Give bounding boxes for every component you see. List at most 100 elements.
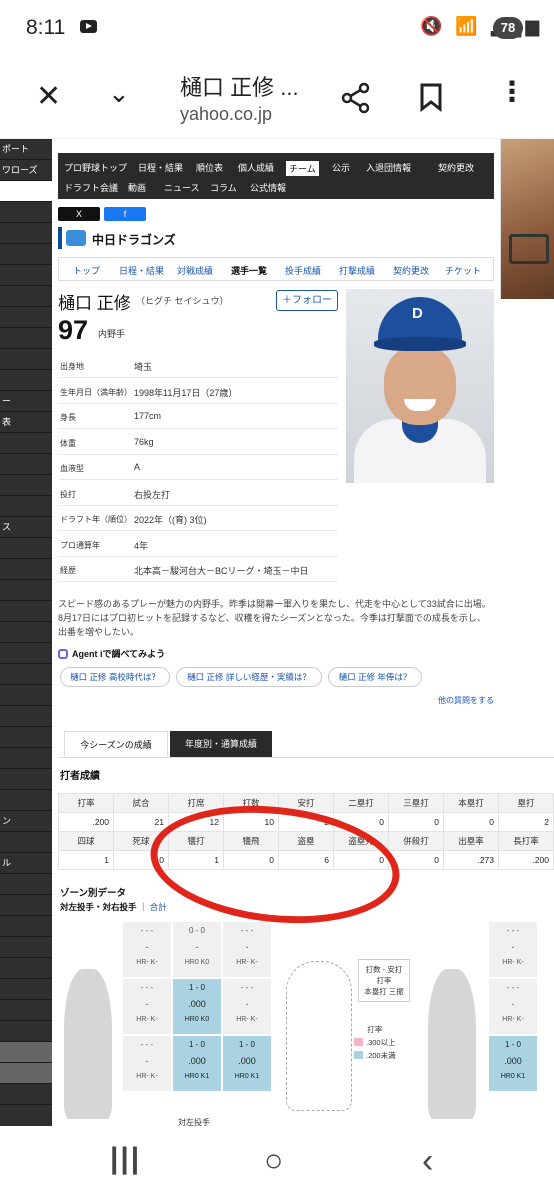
zone-cell[interactable]: - - - - HR- K- <box>122 1035 172 1092</box>
more-options-icon[interactable]: ⋮ <box>498 78 526 106</box>
sidebar-item[interactable] <box>0 895 52 916</box>
subnav-item[interactable]: 契約更改 <box>393 264 429 277</box>
topnav-item[interactable]: プロ野球トップ <box>64 161 127 174</box>
topnav-item[interactable]: 順位表 <box>196 161 223 174</box>
topnav-item[interactable]: コラム <box>210 181 237 194</box>
sidebar-item[interactable] <box>0 706 52 727</box>
sidebar-item[interactable] <box>0 496 52 517</box>
subnav-item[interactable]: トップ <box>73 264 100 277</box>
more-questions-link[interactable]: 他の質問をする <box>438 695 494 706</box>
sidebar-item[interactable] <box>0 1021 52 1042</box>
sidebar-item[interactable] <box>0 685 52 706</box>
sidebar-item[interactable]: ワローズ <box>0 160 52 181</box>
agent-chip-1[interactable]: 樋口 正修 高校時代は？ <box>60 667 170 687</box>
topnav-item[interactable]: ニュース <box>164 181 200 194</box>
share-icon[interactable] <box>340 82 372 114</box>
zone-cell[interactable]: - - - - HR- K- <box>222 978 272 1035</box>
sidebar-item[interactable]: ー <box>0 391 52 412</box>
topnav-item[interactable]: ドラフト会議 <box>64 181 118 194</box>
close-icon[interactable]: ✕ <box>36 82 61 112</box>
sidebar-item[interactable] <box>0 727 52 748</box>
sidebar-item[interactable] <box>0 223 52 244</box>
sidebar-item[interactable] <box>0 307 52 328</box>
topnav-item[interactable]: 契約更改 <box>438 161 474 174</box>
sidebar-item[interactable] <box>0 1084 52 1105</box>
topnav-item[interactable]: 公示 <box>332 161 350 174</box>
zone-cell[interactable]: 0 - 0 - HR0 K0 <box>172 921 222 978</box>
sidebar-item[interactable] <box>0 790 52 811</box>
follow-button[interactable]: ＋フォロー <box>276 290 338 311</box>
sidebar-item[interactable] <box>0 643 52 664</box>
sidebar-item[interactable] <box>0 979 52 1000</box>
sidebar-item[interactable] <box>0 622 52 643</box>
sidebar-item[interactable] <box>0 244 52 265</box>
topnav-item[interactable]: 入退団情報 <box>366 161 411 174</box>
home-icon[interactable]: ○ <box>264 1142 283 1179</box>
sidebar-item[interactable] <box>0 1063 52 1084</box>
subnav-item[interactable]: チケット <box>445 264 481 277</box>
topnav-item[interactable]: チーム <box>286 161 319 176</box>
sidebar-item[interactable]: ル <box>0 853 52 874</box>
sidebar-item[interactable] <box>0 349 52 370</box>
subnav-item[interactable]: 投手成績 <box>285 264 321 277</box>
subnav-item[interactable]: 打撃成績 <box>339 264 375 277</box>
sidebar-item[interactable] <box>0 958 52 979</box>
page-url[interactable]: yahoo.co.jp <box>180 104 272 125</box>
sidebar-item[interactable] <box>0 475 52 496</box>
zone-cell[interactable]: 1 - 0 .000 HR0 K1 <box>488 1035 538 1092</box>
sidebar-item[interactable] <box>0 454 52 475</box>
topnav-item[interactable]: 個人成績 <box>238 161 274 174</box>
team-name[interactable]: 中日ドラゴンズ <box>92 231 176 248</box>
sidebar-item[interactable] <box>0 874 52 895</box>
subnav-item[interactable]: 選手一覧 <box>231 264 267 277</box>
zone-cell[interactable]: - - - - HR- K- <box>222 921 272 978</box>
zone-cell[interactable]: - - - - HR- K- <box>488 921 538 978</box>
x-share-button[interactable]: X <box>58 207 100 221</box>
sidebar-item[interactable] <box>0 916 52 937</box>
sidebar-item[interactable] <box>0 1000 52 1021</box>
back-icon[interactable]: ‹ <box>422 1142 433 1181</box>
tab-yearly[interactable]: 年度別・通算成績 <box>170 731 272 757</box>
agent-chip-2[interactable]: 樋口 正修 詳しい経歴・実績は？ <box>176 667 322 687</box>
zone-total-link[interactable]: 合計 <box>150 902 167 912</box>
sidebar-item[interactable] <box>0 433 52 454</box>
topnav-item[interactable]: 動画 <box>128 181 146 194</box>
sidebar-item[interactable] <box>0 769 52 790</box>
sidebar-item[interactable] <box>0 370 52 391</box>
sidebar-item[interactable]: ス <box>0 517 52 538</box>
sidebar-item[interactable]: ポート <box>0 139 52 160</box>
recent-apps-icon[interactable]: ||| <box>110 1142 141 1176</box>
sidebar-item[interactable] <box>0 1042 52 1063</box>
bookmark-icon[interactable] <box>418 82 444 112</box>
sidebar-item[interactable] <box>0 181 52 202</box>
sidebar-item[interactable] <box>0 664 52 685</box>
sidebar-item[interactable] <box>0 580 52 601</box>
sidebar-item[interactable] <box>0 328 52 349</box>
zone-cell[interactable]: - - - - HR- K- <box>488 978 538 1035</box>
zone-cell[interactable]: 1 - 0 .000 HR0 K1 <box>222 1035 272 1092</box>
zone-cell[interactable]: 1 - 0 .000 HR0 K1 <box>172 1035 222 1092</box>
topnav-item[interactable]: 公式情報 <box>250 181 286 194</box>
agent-chip-3[interactable]: 樋口 正修 年俸は？ <box>328 667 422 687</box>
chevron-down-icon[interactable]: ⌄ <box>108 80 130 106</box>
subnav-item[interactable]: 対戦成績 <box>177 264 213 277</box>
sidebar-item[interactable] <box>0 937 52 958</box>
tab-this-season[interactable]: 今シーズンの成績 <box>64 731 168 757</box>
sidebar-item[interactable] <box>0 538 52 559</box>
subnav-item[interactable]: 日程・結果 <box>119 264 164 277</box>
sidebar-item[interactable] <box>0 601 52 622</box>
sidebar-item[interactable]: 表 <box>0 412 52 433</box>
sidebar-item[interactable] <box>0 265 52 286</box>
sidebar-item[interactable] <box>0 559 52 580</box>
zone-cell[interactable]: 1 - 0 .000 HR0 K0 <box>172 978 222 1035</box>
facebook-share-button[interactable]: f <box>104 207 146 221</box>
sidebar-item[interactable]: ン <box>0 811 52 832</box>
sidebar-item[interactable] <box>0 202 52 223</box>
topnav-item[interactable]: 日程・結果 <box>138 161 183 174</box>
zone-cell[interactable]: - - - - HR- K- <box>122 921 172 978</box>
zone-cell[interactable]: - - - - HR- K- <box>122 978 172 1035</box>
right-ad-image[interactable] <box>500 139 554 299</box>
sidebar-item[interactable] <box>0 286 52 307</box>
sidebar-item[interactable] <box>0 748 52 769</box>
sidebar-item[interactable] <box>0 832 52 853</box>
